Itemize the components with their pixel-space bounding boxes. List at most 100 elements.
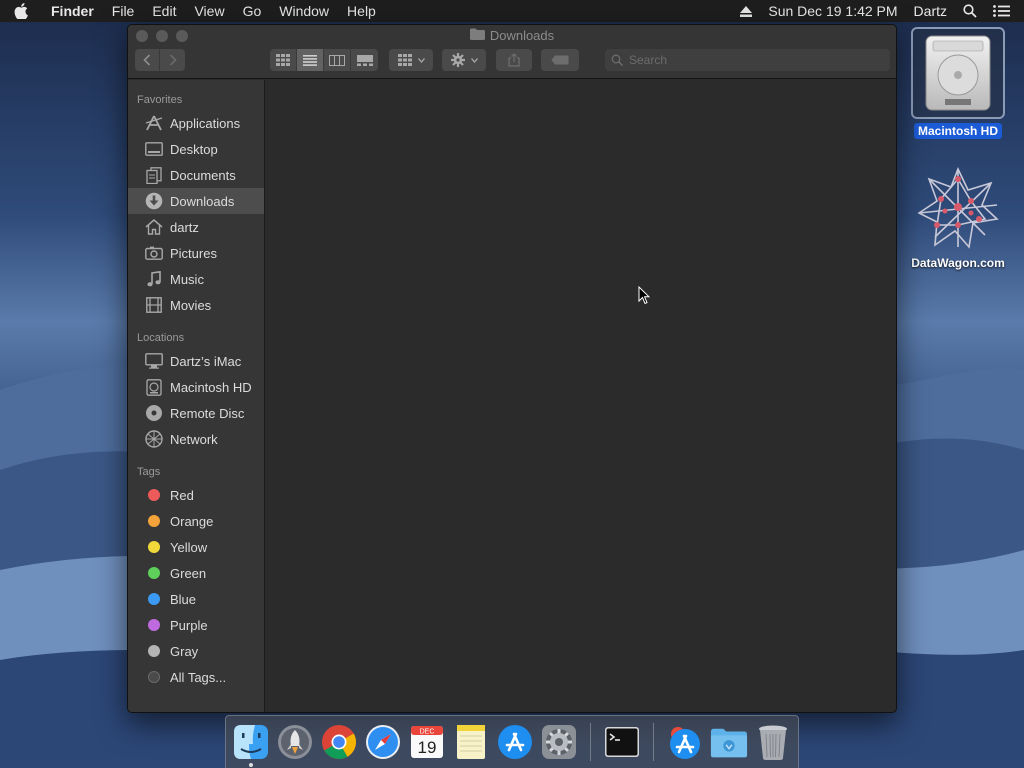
tag-green-dot-icon: [148, 567, 160, 579]
app-store-icon: [498, 725, 532, 759]
menu-finder[interactable]: Finder: [42, 0, 103, 22]
desktop-icon-datawagon[interactable]: DataWagon.com: [903, 165, 1013, 271]
toolbar: [128, 49, 896, 73]
dock: DEC 19: [225, 715, 799, 768]
search-input[interactable]: [629, 53, 869, 67]
music-icon: [145, 270, 163, 288]
list-view-icon: [303, 54, 317, 66]
group-button[interactable]: [389, 49, 433, 71]
sidebar-item-label: Gray: [170, 643, 199, 659]
nav-buttons: [135, 49, 185, 71]
launchpad-icon: [278, 725, 312, 759]
finder-icon: [234, 725, 268, 759]
column-view-button[interactable]: [324, 49, 351, 71]
menubar-user[interactable]: Dartz: [906, 0, 955, 22]
sidebar-item-home[interactable]: dartz: [128, 214, 264, 240]
notes-icon: [457, 725, 485, 759]
sidebar-item-label: Red: [170, 487, 194, 503]
apple-icon[interactable]: [0, 3, 42, 19]
sidebar-item-downloads[interactable]: Downloads: [128, 188, 264, 214]
list-view-button[interactable]: [297, 49, 324, 71]
action-gear-icon: [450, 53, 465, 67]
sidebar-item-applications[interactable]: Applications: [128, 110, 264, 136]
sidebar-tag-orange[interactable]: Orange: [128, 508, 264, 534]
sidebar-item-remote-disc[interactable]: Remote Disc: [128, 400, 264, 426]
notification-center-icon[interactable]: [985, 5, 1024, 17]
sidebar-tag-purple[interactable]: Purple: [128, 612, 264, 638]
sidebar-item-music[interactable]: Music: [128, 266, 264, 292]
dock-applications-stack[interactable]: [666, 723, 704, 761]
back-button[interactable]: [135, 49, 160, 71]
search-field[interactable]: [605, 49, 890, 71]
sidebar-item-label: Network: [170, 431, 218, 447]
menu-bar: Finder File Edit View Go Window Help Sun…: [0, 0, 1024, 22]
dock-system-preferences[interactable]: [540, 723, 578, 761]
menu-go[interactable]: Go: [234, 0, 271, 22]
sidebar-item-macintosh-hd[interactable]: Macintosh HD: [128, 374, 264, 400]
gallery-view-button[interactable]: [351, 49, 378, 71]
menubar-clock[interactable]: Sun Dec 19 1:42 PM: [760, 0, 905, 22]
window-title-text: Downloads: [489, 28, 555, 43]
sidebar-tag-green[interactable]: Green: [128, 560, 264, 586]
dock-chrome[interactable]: [320, 723, 358, 761]
home-icon: [145, 218, 163, 236]
sidebar-item-movies[interactable]: Movies: [128, 292, 264, 318]
dock-downloads-stack[interactable]: [710, 723, 748, 761]
sidebar-item-desktop[interactable]: Desktop: [128, 136, 264, 162]
spotlight-icon[interactable]: [955, 4, 985, 18]
sidebar-item-label: Macintosh HD: [170, 379, 252, 395]
window-titlebar[interactable]: Downloads: [128, 25, 896, 79]
sidebar-section-tags: Tags: [137, 466, 161, 478]
icon-view-button[interactable]: [270, 49, 297, 71]
dock-finder[interactable]: [232, 723, 270, 767]
sidebar-item-label: Music: [170, 271, 204, 287]
menu-window[interactable]: Window: [270, 0, 338, 22]
tag-button[interactable]: [541, 49, 579, 71]
dock-launchpad[interactable]: [276, 723, 314, 761]
share-button[interactable]: [496, 49, 532, 71]
desktop-icon-label: DataWagon.com: [911, 256, 1005, 270]
chevron-down-icon: [470, 57, 478, 63]
tag-orange-dot-icon: [148, 515, 160, 527]
gallery-view-icon: [356, 54, 373, 66]
sidebar-item-label: dartz: [170, 219, 199, 235]
sidebar-tag-yellow[interactable]: Yellow: [128, 534, 264, 560]
tag-gray-dot-icon: [148, 645, 160, 657]
back-icon: [143, 54, 151, 66]
view-mode-segment: [270, 49, 378, 71]
dock-app-store[interactable]: [496, 723, 534, 761]
sidebar-tag-all[interactable]: All Tags...: [128, 664, 264, 690]
dock-trash[interactable]: [754, 723, 792, 761]
downloads-stack-icon: [710, 728, 748, 758]
running-indicator: [249, 763, 253, 767]
forward-button[interactable]: [160, 49, 185, 71]
sidebar-item-label: Yellow: [170, 539, 208, 555]
menu-edit[interactable]: Edit: [143, 0, 185, 22]
sidebar-item-documents[interactable]: Documents: [128, 162, 264, 188]
sidebar-item-label: Purple: [170, 617, 208, 633]
dock-calendar[interactable]: DEC 19: [408, 723, 446, 761]
menu-help[interactable]: Help: [338, 0, 385, 22]
sidebar-item-label: All Tags...: [170, 669, 227, 685]
action-button[interactable]: [442, 49, 486, 71]
dock-notes[interactable]: [452, 723, 490, 761]
tag-icon: [551, 55, 569, 65]
desktop-icon-macintosh-hd[interactable]: Macintosh HD: [903, 27, 1013, 139]
menu-view[interactable]: View: [185, 0, 233, 22]
sidebar-tag-red[interactable]: Red: [128, 482, 264, 508]
sidebar-item-network[interactable]: Network: [128, 426, 264, 452]
sidebar-item-label: Dartz’s iMac: [170, 353, 242, 369]
dock-safari[interactable]: [364, 723, 402, 761]
sidebar-tag-gray[interactable]: Gray: [128, 638, 264, 664]
menu-file[interactable]: File: [103, 0, 144, 22]
eject-icon[interactable]: [732, 5, 760, 17]
dock-terminal[interactable]: [603, 723, 641, 761]
all-tags-icon: [148, 671, 160, 683]
sidebar-item-imac[interactable]: Dartz’s iMac: [128, 348, 264, 374]
sidebar-tag-blue[interactable]: Blue: [128, 586, 264, 612]
file-list-area[interactable]: [266, 80, 896, 712]
mouse-cursor-icon: [638, 285, 651, 310]
desktop-icon: [145, 140, 163, 158]
chevron-down-icon: [417, 57, 425, 63]
sidebar-item-pictures[interactable]: Pictures: [128, 240, 264, 266]
